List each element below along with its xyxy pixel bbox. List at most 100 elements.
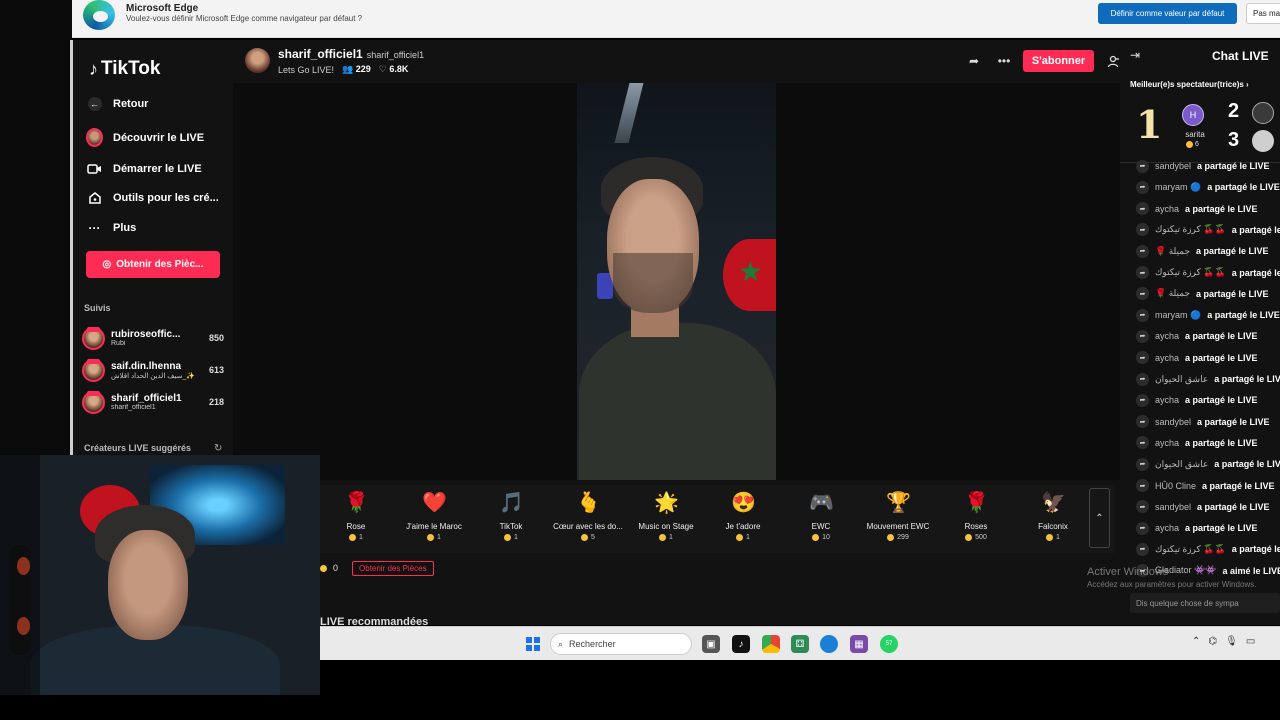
chat-message[interactable]: ➦ كرزة تيكتوك 🍒🍒 a partagé le LIVE (1136, 222, 1280, 238)
share-arrow-icon: ➦ (1136, 457, 1149, 471)
share-arrow-icon: ➦ (1136, 372, 1149, 386)
likes-count: ♡ 6.8K (378, 64, 409, 74)
gift-trophy-icon: 🏆 (886, 492, 911, 514)
chat-message[interactable]: ➦ كرزة تيكتوك 🍒🍒 a partagé le LIVE (1136, 541, 1280, 557)
windows-start-icon[interactable] (526, 637, 540, 651)
nav-more-label: Plus (113, 221, 137, 234)
chat-username: sandybel (1155, 501, 1192, 512)
chat-message[interactable]: ➦ عاشق الحيوان a partagé le LIVE (1136, 371, 1280, 387)
chat-action: a partagé le LIVE (1185, 523, 1258, 534)
photos-icon[interactable]: ▦ (850, 635, 868, 653)
chat-message[interactable]: ➦ aycha a partagé le LIVE (1136, 350, 1280, 366)
following-viewers: 218 (208, 397, 224, 407)
rank-2: 2 (1228, 100, 1240, 122)
chat-username: aycha (1155, 203, 1180, 214)
following-item[interactable]: sharif_officiel1 sharif_officiel1 218 (82, 388, 224, 416)
following-item[interactable]: saif.din.lhenna سيف الدين الحداد اقلاش_✨… (82, 356, 224, 384)
host-name-line[interactable]: sharif_officiel1 sharif_officiel1 (278, 47, 424, 61)
app-icon[interactable]: ⚃ (791, 635, 809, 653)
nav-creator-tools[interactable]: Outils pour les cré... (86, 189, 219, 206)
chat-message[interactable]: ➦ aycha a partagé le LIVE (1136, 520, 1280, 536)
get-coins-link[interactable]: Obtenir des Pièces (352, 560, 434, 576)
gift-item[interactable]: 🌹 Rose 1 (317, 491, 395, 541)
nav-more[interactable]: ··· Plus (86, 219, 137, 236)
subscribe-button[interactable]: S'abonner (1023, 50, 1094, 72)
chat-message[interactable]: ➦ كرزة تيكتوك 🍒🍒 a partagé le LIVE (1136, 265, 1280, 281)
coin-icon (581, 534, 589, 541)
chat-action: a partagé le LIVE (1197, 161, 1270, 171)
gift-item[interactable]: 🌹 Roses 500 (937, 491, 1015, 541)
people-icon: 👥 (342, 64, 354, 74)
network-icon[interactable]: ⌬ (1208, 636, 1217, 647)
whatsapp-badge: 57 (885, 641, 893, 647)
share-arrow-icon: ➦ (1136, 308, 1149, 322)
viewer-avatar[interactable] (1252, 102, 1274, 124)
taskbar-search[interactable]: ⌕ Rechercher (550, 633, 692, 655)
whatsapp-icon[interactable]: 57 (880, 635, 898, 653)
nav-discover-live[interactable]: Découvrir le LIVE (86, 128, 204, 147)
chat-message[interactable]: ➦ sandybel a partagé le LIVE (1136, 158, 1280, 174)
refresh-icon[interactable]: ↻ (214, 443, 222, 454)
coin-icon (1186, 141, 1193, 148)
chat-message[interactable]: ➦ maryam 🔵 a partagé le LIVE (1136, 307, 1280, 323)
gift-item[interactable]: 🎵 TikTok 1 (472, 491, 550, 541)
microphone-icon[interactable]: 🎙 (1225, 636, 1238, 647)
not-now-button[interactable]: Pas maintenant (1246, 3, 1280, 24)
chat-message[interactable]: ➦ HÛ0 Cline a partagé le LIVE (1136, 478, 1280, 494)
gift-item[interactable]: 🏆 Mouvement EWC 299 (859, 491, 937, 541)
chat-message[interactable]: ➦ 🌹 جميلة a partagé le LIVE (1136, 286, 1280, 302)
host-avatar[interactable] (245, 48, 270, 73)
gift-item[interactable]: 😍 Je t'adore 1 (704, 491, 782, 541)
following-sub: سيف الدين الحداد اقلاش_✨ (111, 372, 196, 380)
share-icon[interactable]: ➦ (963, 50, 985, 72)
gift-name: Rose (346, 522, 366, 531)
chat-input[interactable]: Dis quelque chose de sympa (1130, 593, 1280, 613)
nav-back[interactable]: ← Retour (86, 95, 148, 112)
share-arrow-icon: ➦ (1136, 393, 1149, 407)
gift-item[interactable]: 🌟 Music on Stage 1 (627, 491, 705, 541)
set-default-button[interactable]: Définir comme valeur par défaut (1098, 3, 1237, 24)
gift-name: J'aime le Maroc (406, 522, 462, 531)
top-viewers-label[interactable]: Meilleur(e)s spectateur(trice)s › (1130, 80, 1249, 89)
chat-message[interactable]: ➦ sandybel a partagé le LIVE (1136, 499, 1280, 515)
stream-actions: ➦ ••• S'abonner (963, 50, 1124, 72)
get-coins-button[interactable]: ◎ Obtenir des Pièc... (86, 251, 220, 278)
more-options-icon[interactable]: ••• (993, 50, 1015, 72)
following-item[interactable]: rubiroseoffic... Rubi 850 (82, 324, 224, 352)
monitor-icon[interactable]: ▭ (1246, 636, 1255, 647)
nav-start-live[interactable]: Démarrer le LIVE (86, 160, 202, 177)
gift-item[interactable]: 🫰 Cœur avec les do... 5 (549, 491, 627, 541)
gift-roses-icon: 🌹 (964, 492, 989, 514)
chat-message[interactable]: ➦ aycha a partagé le LIVE (1136, 201, 1280, 217)
chat-message[interactable]: ➦ عاشق الحيوان a partagé le LIVE (1136, 456, 1280, 472)
coin-icon (812, 534, 820, 541)
following-name: rubiroseoffic... (111, 329, 181, 340)
chat-action: a partagé le LIVE (1231, 267, 1280, 278)
chat-message[interactable]: ➦ aycha a partagé le LIVE (1136, 435, 1280, 451)
viewer-avatar[interactable]: H (1182, 104, 1204, 126)
chat-message[interactable]: ➦ aycha a partagé le LIVE (1136, 392, 1280, 408)
gift-name: Roses (964, 522, 988, 531)
gift-item[interactable]: 🎮 EWC 10 (782, 491, 860, 541)
gift-item[interactable]: ❤️ J'aime le Maroc 1 (395, 491, 473, 541)
heart-icon: ♡ (378, 64, 387, 74)
chrome-icon[interactable] (762, 635, 780, 653)
tiktok-app-icon[interactable]: ♪ (732, 635, 750, 653)
live-video[interactable]: ★ (577, 83, 776, 480)
gift-item[interactable]: 🦅 Falconix 1 (1014, 491, 1092, 541)
chat-message[interactable]: ➦ maryam 🔵 a partagé le LIVE (1136, 179, 1280, 195)
edge-icon[interactable] (820, 635, 838, 653)
task-view-icon[interactable]: ▣ (702, 635, 720, 653)
chat-message[interactable]: ➦ aycha a partagé le LIVE (1136, 328, 1280, 344)
chat-message[interactable]: ➦ sandybel a partagé le LIVE (1136, 414, 1280, 430)
gift-name: EWC (811, 522, 831, 531)
chevron-up-icon[interactable]: ⌃ (1192, 636, 1200, 647)
chat-message[interactable]: ➦ 🌹 جميلة a partagé le LIVE (1136, 243, 1280, 259)
chevron-up-icon[interactable]: ⌃ (1089, 488, 1110, 548)
viewer-avatar[interactable] (1252, 130, 1274, 152)
collapse-chat-icon[interactable]: ⇥ (1130, 48, 1140, 62)
tiktok-logo[interactable]: ♪ TikTok (89, 58, 160, 80)
gift-bar: 🌹 Rose 1 ❤️ J'aime le Maroc 1 🎵 TikTok 1… (320, 485, 1115, 553)
chat-action: a partagé le LIVE (1185, 331, 1258, 342)
chat-action: a partagé le LIVE (1197, 501, 1270, 512)
